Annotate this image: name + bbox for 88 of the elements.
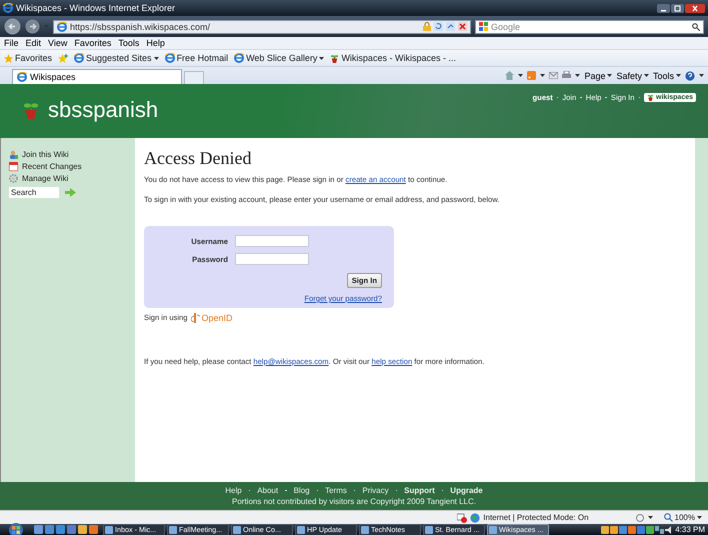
help-icon[interactable] (685, 70, 695, 80)
search-icon[interactable] (692, 22, 700, 30)
copyright-text: Portions not contributed by visitors are Copyright 2009 Tangient LLC. (232, 497, 476, 506)
app-icon (297, 526, 305, 534)
plant-icon (647, 94, 654, 101)
network-icon[interactable] (655, 526, 664, 534)
favorites-link[interactable]: Suggested Sites (86, 53, 152, 63)
gear-icon (9, 174, 18, 183)
footer-link[interactable]: Blog (294, 486, 310, 495)
close-icon[interactable] (685, 4, 705, 12)
caret-icon[interactable] (699, 74, 704, 77)
favorites-link[interactable]: Wikispaces - Wikispaces - ... (341, 53, 456, 63)
browser-icon (234, 53, 244, 63)
footer-link[interactable]: Upgrade (450, 486, 483, 495)
zoom-icon (664, 513, 673, 522)
caret-icon[interactable] (540, 74, 546, 77)
footer-link[interactable]: Terms (325, 486, 347, 495)
app-icon (489, 526, 497, 534)
password-field[interactable] (235, 253, 309, 265)
openid-icon (191, 312, 202, 323)
menu-item[interactable]: Tools (118, 38, 140, 48)
favorites-button[interactable]: Favorites (15, 53, 52, 63)
search-field[interactable]: Search (9, 187, 59, 198)
caret-icon[interactable] (575, 74, 580, 77)
caret-icon[interactable] (648, 516, 653, 519)
person-icon (9, 150, 18, 159)
menu-item[interactable]: File (4, 38, 19, 48)
menu-item[interactable]: View (48, 38, 68, 48)
caret-icon[interactable] (154, 56, 159, 60)
plant-icon (330, 54, 340, 62)
back-icon[interactable] (4, 18, 21, 35)
add-favorite-icon[interactable] (58, 54, 68, 62)
clock[interactable]: 4:33 PM (675, 525, 705, 534)
address-field[interactable]: https://sbsspanish.wikispaces.com/ (53, 20, 471, 34)
google-icon (479, 22, 488, 31)
app-icon (233, 526, 241, 534)
calendar-icon (9, 162, 18, 171)
logo-icon (22, 101, 40, 119)
caret-icon[interactable] (607, 74, 612, 77)
search-box[interactable]: Google (475, 20, 704, 34)
favorites-link[interactable]: Web Slice Gallery (246, 53, 318, 63)
app-icon (169, 526, 177, 534)
refresh-icon[interactable] (434, 22, 443, 31)
command-button[interactable]: Safety (616, 70, 642, 80)
zoom-level[interactable]: 100% (674, 513, 695, 522)
command-button[interactable]: Page (584, 70, 606, 80)
browser-icon (74, 53, 84, 63)
menu-item[interactable]: Edit (26, 38, 42, 48)
sidebar-link[interactable]: Join this Wiki (22, 150, 69, 159)
mail-icon[interactable] (549, 72, 558, 79)
footer-link[interactable]: Support (404, 486, 435, 495)
app-icon (361, 526, 369, 534)
caret-icon[interactable] (644, 74, 649, 77)
sidebar-link[interactable]: Recent Changes (22, 162, 82, 171)
browser-tab[interactable]: Wikispaces (12, 69, 182, 84)
printer-icon[interactable] (562, 71, 572, 80)
caret-icon[interactable] (697, 516, 702, 519)
blocked-icon (457, 512, 468, 522)
caret-icon[interactable] (518, 74, 524, 77)
window-title: Wikispaces - Windows Internet Explorer (16, 3, 176, 13)
security-zone[interactable]: Internet | Protected Mode: On (483, 513, 589, 522)
footer-link[interactable]: Privacy (362, 486, 389, 495)
page-icon (57, 22, 67, 32)
app-icon (425, 526, 433, 534)
forward-icon[interactable] (25, 19, 40, 34)
menu-item[interactable]: Favorites (74, 38, 112, 48)
username-field[interactable] (235, 235, 309, 247)
stop-icon[interactable] (458, 22, 467, 31)
sidebar-link[interactable]: Manage Wiki (22, 174, 68, 183)
page-title: Access Denied (144, 148, 252, 169)
browser-icon (17, 72, 27, 82)
caret-icon[interactable] (319, 56, 324, 60)
search-field[interactable]: Google (491, 22, 689, 32)
globe-icon (470, 512, 480, 522)
command-button[interactable]: Tools (652, 70, 674, 80)
caret-icon[interactable] (676, 74, 681, 77)
favorites-link[interactable]: Free Hotmail (176, 53, 228, 63)
browser-icon (164, 53, 175, 63)
footer-link[interactable]: Help (225, 486, 242, 495)
menu-item[interactable]: Help (146, 38, 165, 48)
app-icon (105, 526, 113, 534)
star-icon (4, 54, 13, 62)
footer-link[interactable]: About (257, 486, 278, 495)
lock-icon (423, 22, 431, 31)
minimize-icon[interactable] (657, 4, 670, 12)
site-name[interactable]: sbsspanish (48, 97, 158, 123)
maximize-icon[interactable] (671, 4, 684, 12)
browser-icon (3, 3, 13, 13)
